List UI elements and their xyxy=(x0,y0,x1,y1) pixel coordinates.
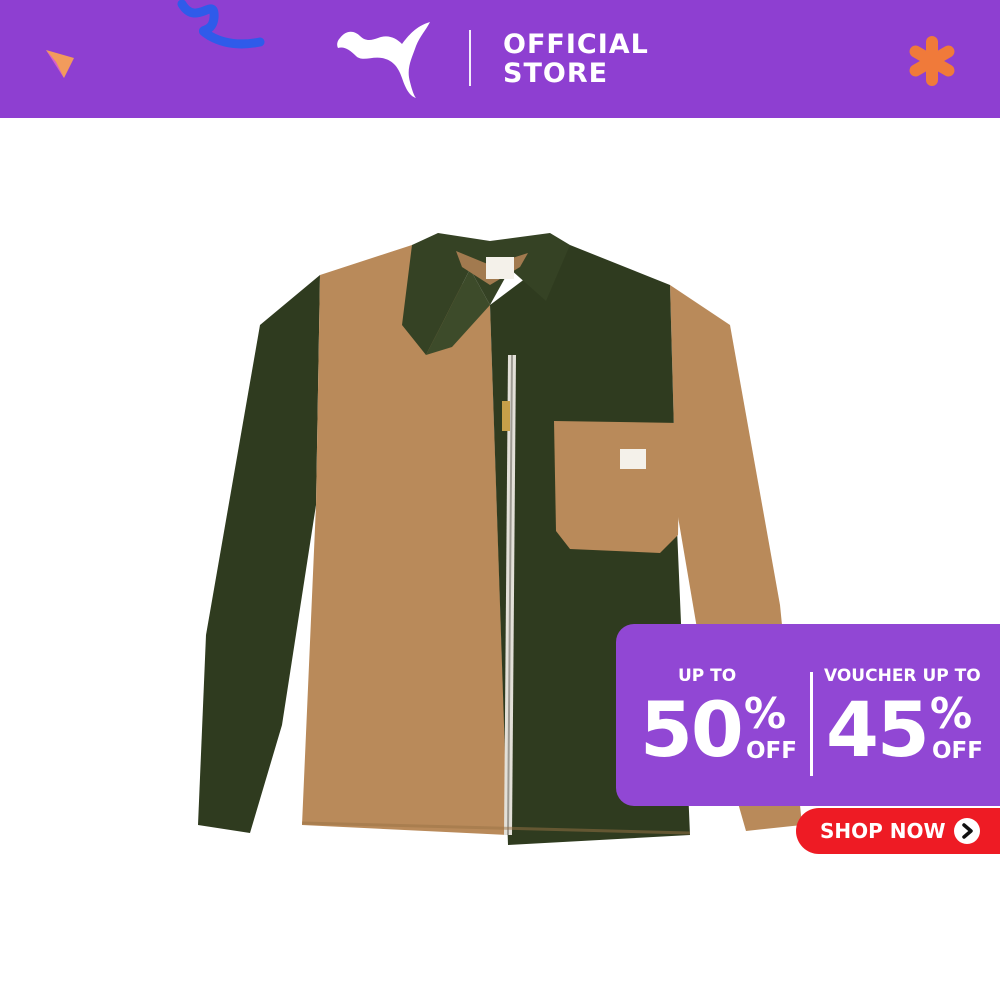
voucher-percent-sign: % xyxy=(930,689,973,738)
voucher-number: 45 xyxy=(826,685,930,774)
promo-discount-card[interactable]: UP TO 50 % OFF VOUCHER UP TO 45 % OFF xyxy=(616,624,1000,806)
header-divider xyxy=(469,30,471,86)
discount-block: UP TO 50 % OFF xyxy=(616,624,812,806)
puma-logo-icon xyxy=(337,22,430,98)
chevron-right-icon xyxy=(954,818,980,844)
voucher-label: VOUCHER UP TO xyxy=(824,666,981,686)
voucher-block: VOUCHER UP TO 45 % OFF xyxy=(816,624,1000,806)
shop-now-label: SHOP NOW xyxy=(820,819,946,843)
discount-percent-sign: % xyxy=(744,689,787,738)
squiggle-decoration-icon xyxy=(177,0,265,49)
voucher-off-label: OFF xyxy=(932,738,983,764)
promo-divider xyxy=(810,672,813,776)
discount-off-label: OFF xyxy=(746,738,797,764)
asterisk-decoration-icon xyxy=(909,36,955,86)
store-line-2: STORE xyxy=(503,58,609,89)
shop-now-button[interactable]: SHOP NOW xyxy=(796,808,1000,854)
official-store-label: OFFICIAL STORE xyxy=(503,30,649,88)
store-line-1: OFFICIAL xyxy=(503,29,649,60)
kite-decoration-icon xyxy=(46,50,74,78)
store-header-banner: OFFICIAL STORE xyxy=(0,0,1000,118)
discount-number: 50 xyxy=(640,685,744,774)
discount-label: UP TO xyxy=(678,666,737,686)
